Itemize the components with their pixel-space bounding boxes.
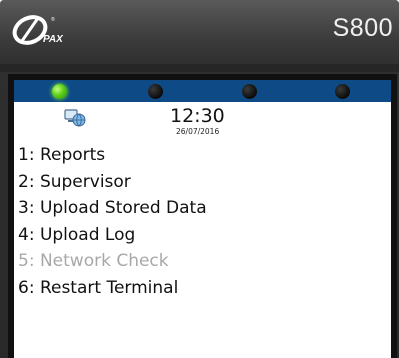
- led-1: [52, 84, 67, 99]
- menu-item-reports[interactable]: 1: Reports: [18, 142, 207, 169]
- brand-text: PAX: [43, 34, 64, 45]
- pax-logo: PAX ®: [12, 15, 64, 45]
- payment-terminal: PAX ® S800 12:30 26/07/2016 1: Reports 2…: [0, 0, 399, 358]
- led-3: [242, 84, 257, 99]
- main-menu: 1: Reports 2: Supervisor 3: Upload Store…: [18, 142, 207, 301]
- led-4: [335, 84, 350, 99]
- model-label: S800: [332, 14, 393, 42]
- menu-item-upload-log[interactable]: 4: Upload Log: [18, 222, 207, 249]
- status-row: 12:30 26/07/2016: [14, 102, 391, 142]
- menu-item-restart-terminal[interactable]: 6: Restart Terminal: [18, 275, 207, 302]
- svg-text:®: ®: [51, 16, 55, 23]
- clock-date: 26/07/2016: [176, 127, 220, 136]
- bezel-divider: [0, 64, 399, 72]
- menu-item-supervisor[interactable]: 2: Supervisor: [18, 169, 207, 196]
- menu-item-network-check: 5: Network Check: [18, 251, 169, 271]
- network-globe-icon: [64, 109, 86, 127]
- clock-time: 12:30: [170, 105, 225, 127]
- terminal-screen: 12:30 26/07/2016 1: Reports 2: Superviso…: [14, 102, 391, 358]
- led-2: [148, 84, 163, 99]
- menu-item-upload-stored-data[interactable]: 3: Upload Stored Data: [18, 195, 207, 222]
